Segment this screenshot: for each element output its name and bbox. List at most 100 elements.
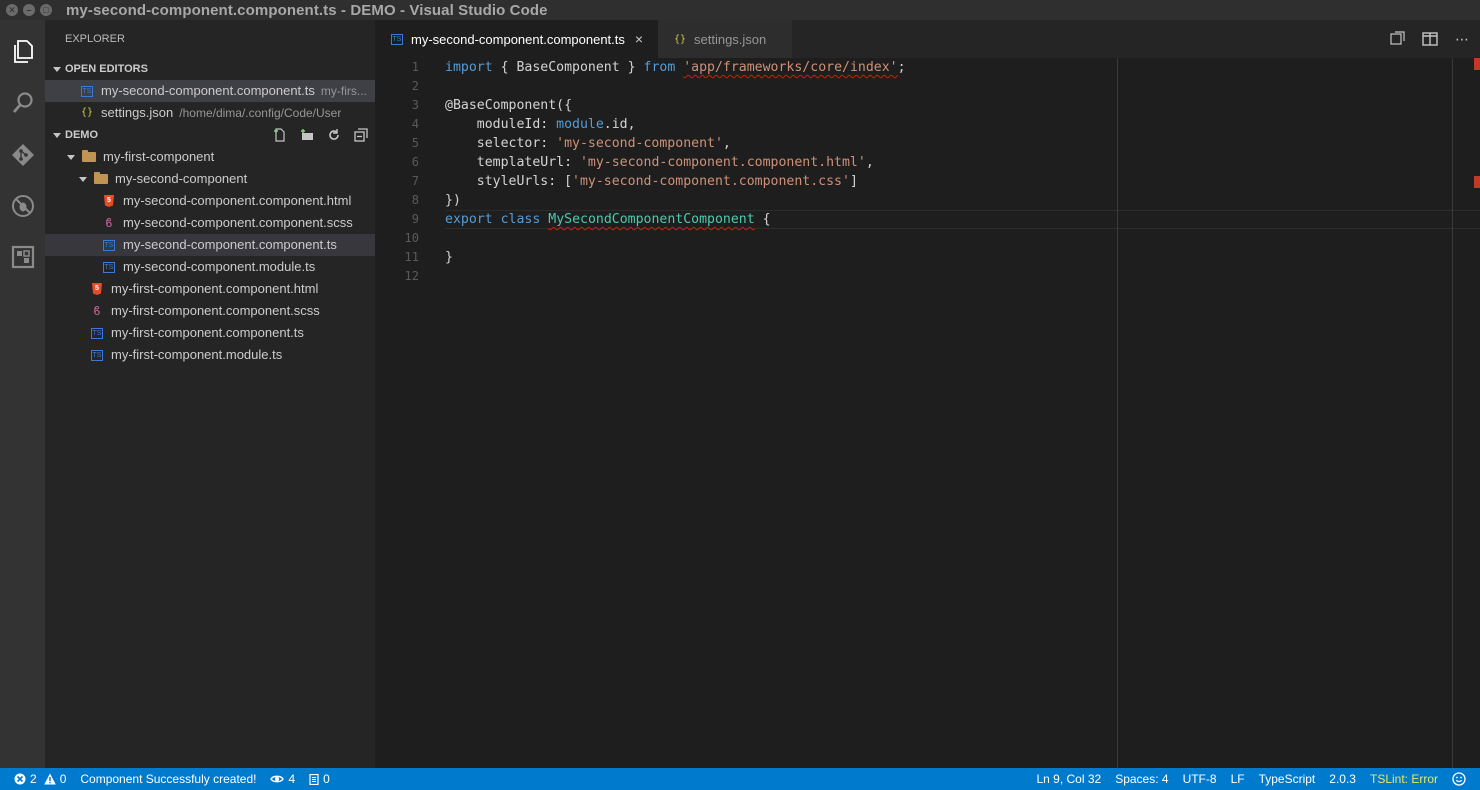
line-number-gutter: 1 2 3 4 5 6 7 8 9 10 11 12 bbox=[375, 58, 425, 286]
new-file-icon[interactable] bbox=[272, 127, 288, 143]
tree-file[interactable]: ϐ my-first-component.component.scss bbox=[45, 300, 375, 322]
extensions-icon[interactable] bbox=[0, 237, 45, 277]
code-token: from bbox=[643, 60, 676, 75]
chevron-down-icon bbox=[53, 66, 61, 72]
code-content[interactable]: import { BaseComponent } from 'app/frame… bbox=[445, 58, 906, 286]
code-line: @BaseComponent({ bbox=[445, 96, 906, 115]
maximize-window-button[interactable]: □ bbox=[40, 4, 52, 16]
code-token-error: MySecondComponentComponent bbox=[548, 212, 755, 227]
tree-label: my-second-component.component.ts bbox=[123, 237, 337, 252]
explorer-sidebar: EXPLORER OPEN EDITORS TS my-second-compo… bbox=[45, 20, 375, 768]
notifications-indicator[interactable]: 0 bbox=[309, 768, 330, 790]
vertical-scrollbar[interactable] bbox=[1452, 58, 1480, 768]
open-changes-icon[interactable] bbox=[1390, 31, 1406, 47]
tree-file[interactable]: TS my-first-component.component.ts bbox=[45, 322, 375, 344]
explorer-icon[interactable] bbox=[0, 32, 45, 72]
code-token: @BaseComponent({ bbox=[445, 98, 573, 113]
line-number: 2 bbox=[411, 79, 419, 93]
typescript-file-icon: TS bbox=[103, 261, 115, 273]
error-count: 2 bbox=[30, 772, 37, 786]
code-token: { bbox=[754, 212, 771, 227]
html-file-icon: 5 bbox=[89, 281, 105, 297]
close-window-button[interactable]: ✕ bbox=[6, 4, 18, 16]
code-editor[interactable]: 1 2 3 4 5 6 7 8 9 10 11 12 import { Base… bbox=[375, 58, 1480, 768]
collapse-all-icon[interactable] bbox=[353, 127, 369, 143]
tree-file[interactable]: TS my-second-component.module.ts bbox=[45, 256, 375, 278]
open-editor-item[interactable]: {} settings.json /home/dima/.config/Code… bbox=[45, 102, 375, 124]
code-token: import bbox=[445, 60, 493, 75]
overview-error-marker bbox=[1474, 58, 1480, 70]
typescript-file-icon: TS bbox=[91, 349, 103, 361]
language-mode[interactable]: TypeScript bbox=[1259, 768, 1316, 790]
problems-indicator[interactable]: 2 0 bbox=[14, 768, 66, 790]
tslint-status[interactable]: TSLint: Error bbox=[1370, 768, 1438, 790]
tree-folder[interactable]: my-first-component bbox=[45, 146, 375, 168]
tree-label: my-first-component bbox=[103, 149, 215, 164]
tab-inactive[interactable]: {} settings.json bbox=[658, 20, 793, 58]
line-number: 5 bbox=[411, 136, 419, 150]
warning-count: 0 bbox=[59, 772, 67, 786]
cursor-position[interactable]: Ln 9, Col 32 bbox=[1036, 768, 1101, 790]
git-icon[interactable] bbox=[0, 135, 45, 175]
open-editors-header[interactable]: OPEN EDITORS bbox=[45, 58, 375, 80]
tree-label: my-second-component.component.scss bbox=[123, 215, 353, 230]
views-count: 4 bbox=[288, 772, 296, 786]
code-line: styleUrls: ['my-second-component.compone… bbox=[445, 172, 906, 191]
typescript-version[interactable]: 2.0.3 bbox=[1329, 768, 1356, 790]
open-editor-path: my-firs... bbox=[320, 84, 367, 98]
code-token: export bbox=[445, 212, 493, 227]
window-title: my-second-component.component.ts - DEMO … bbox=[66, 1, 548, 19]
line-number: 1 bbox=[411, 60, 419, 74]
tree-file[interactable]: TS my-first-component.module.ts bbox=[45, 344, 375, 366]
smiley-icon[interactable] bbox=[1452, 768, 1466, 790]
views-indicator[interactable]: 4 bbox=[270, 768, 295, 790]
error-icon bbox=[14, 773, 26, 785]
refresh-icon[interactable] bbox=[326, 127, 342, 143]
code-token: { BaseComponent } bbox=[492, 60, 644, 75]
line-number: 3 bbox=[411, 98, 419, 112]
close-icon[interactable]: × bbox=[635, 31, 643, 47]
editor-tabs: TS my-second-component.component.ts × {}… bbox=[375, 20, 1480, 58]
code-token: moduleId: bbox=[445, 117, 557, 132]
html-file-icon: 5 bbox=[101, 193, 117, 209]
open-editor-item[interactable]: TS my-second-component.component.ts my-f… bbox=[45, 80, 375, 102]
new-folder-icon[interactable] bbox=[299, 127, 315, 143]
split-editor-icon[interactable] bbox=[1422, 31, 1438, 47]
tree-label: my-second-component.component.html bbox=[123, 193, 352, 208]
code-token: .id, bbox=[603, 117, 636, 132]
typescript-file-icon: TS bbox=[91, 327, 103, 339]
line-number: 6 bbox=[411, 155, 419, 169]
tree-label: my-first-component.component.ts bbox=[111, 325, 304, 340]
debug-icon[interactable] bbox=[0, 186, 45, 226]
tree-file[interactable]: ϐ my-second-component.component.scss bbox=[45, 212, 375, 234]
activity-bar bbox=[0, 20, 45, 768]
encoding[interactable]: UTF-8 bbox=[1183, 768, 1217, 790]
code-token: 'my-second-component.component.html' bbox=[579, 155, 866, 170]
code-token: , bbox=[865, 155, 874, 170]
code-token: templateUrl: bbox=[445, 155, 580, 170]
tree-file[interactable]: 5 my-first-component.component.html bbox=[45, 278, 375, 300]
tree-file-selected[interactable]: TS my-second-component.component.ts bbox=[45, 234, 375, 256]
workspace-header[interactable]: DEMO bbox=[45, 124, 375, 146]
line-ending[interactable]: LF bbox=[1231, 768, 1245, 790]
folder-open-icon bbox=[81, 149, 97, 165]
workspace-label: DEMO bbox=[65, 129, 98, 141]
tree-file[interactable]: 5 my-second-component.component.html bbox=[45, 190, 375, 212]
more-actions-icon[interactable]: ⋯ bbox=[1454, 31, 1470, 47]
code-token-error: 'app/frameworks/core/index' bbox=[683, 60, 898, 75]
title-bar: ✕ – □ my-second-component.component.ts -… bbox=[0, 0, 1480, 20]
code-token: styleUrls: [ bbox=[445, 174, 573, 189]
tab-label: my-second-component.component.ts bbox=[411, 31, 625, 47]
minimize-window-button[interactable]: – bbox=[23, 4, 35, 16]
tree-folder[interactable]: my-second-component bbox=[45, 168, 375, 190]
open-editors-label: OPEN EDITORS bbox=[65, 63, 148, 75]
json-file-icon: {} bbox=[673, 33, 687, 45]
folder-open-icon bbox=[93, 171, 109, 187]
tab-active[interactable]: TS my-second-component.component.ts × bbox=[375, 20, 658, 58]
search-icon[interactable] bbox=[0, 83, 45, 123]
line-number: 4 bbox=[411, 117, 419, 131]
indentation[interactable]: Spaces: 4 bbox=[1115, 768, 1168, 790]
tab-label: settings.json bbox=[694, 31, 767, 47]
